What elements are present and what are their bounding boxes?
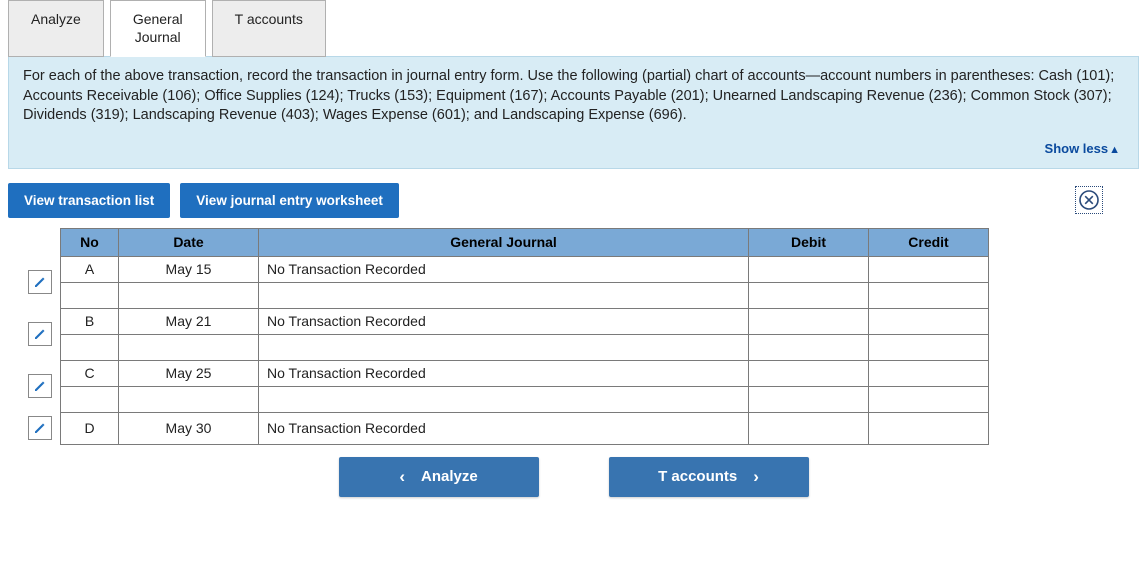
tab-general-journal-line2: Journal: [135, 29, 181, 45]
view-journal-worksheet-button[interactable]: View journal entry worksheet: [180, 183, 399, 218]
tab-general-journal-line1: General: [133, 11, 183, 27]
table-header-row: No Date General Journal Debit Credit: [20, 228, 989, 256]
cell-blank[interactable]: [61, 386, 119, 412]
col-header-date: Date: [119, 228, 259, 256]
edit-row-button[interactable]: [28, 270, 52, 294]
table-row: AMay 15No Transaction Recorded: [20, 256, 989, 282]
bottom-nav: ‹ Analyze T accounts ›: [0, 445, 1147, 513]
table-row: CMay 25No Transaction Recorded: [20, 360, 989, 386]
show-less-label: Show less: [1045, 141, 1109, 156]
header-spacer: [20, 228, 61, 256]
col-header-no: No: [61, 228, 119, 256]
cell-debit[interactable]: [749, 360, 869, 386]
cell-blank[interactable]: [869, 282, 989, 308]
table-row-blank: [20, 386, 989, 412]
view-transaction-list-button[interactable]: View transaction list: [8, 183, 170, 218]
cell-general-journal[interactable]: No Transaction Recorded: [259, 256, 749, 282]
tab-general-journal[interactable]: General Journal: [110, 0, 206, 57]
tab-t-accounts[interactable]: T accounts: [212, 0, 326, 57]
tab-bar: Analyze General Journal T accounts: [0, 0, 1147, 57]
cell-no[interactable]: A: [61, 256, 119, 282]
cell-credit[interactable]: [869, 360, 989, 386]
cell-no[interactable]: B: [61, 308, 119, 334]
next-t-accounts-button[interactable]: T accounts ›: [609, 457, 809, 497]
cell-blank[interactable]: [119, 386, 259, 412]
action-button-row: View transaction list View journal entry…: [0, 169, 1147, 228]
table-row-blank: [20, 334, 989, 360]
edit-cell: [20, 256, 61, 308]
edit-cell: [20, 308, 61, 360]
pencil-icon: [33, 379, 47, 393]
cell-general-journal[interactable]: No Transaction Recorded: [259, 360, 749, 386]
cell-credit[interactable]: [869, 412, 989, 444]
close-button[interactable]: [1075, 186, 1103, 214]
journal-table-wrap: No Date General Journal Debit Credit AMa…: [0, 228, 1147, 445]
instructions-text: For each of the above transaction, recor…: [23, 68, 1114, 123]
show-less-toggle[interactable]: Show less▲: [23, 126, 1124, 162]
cell-blank[interactable]: [749, 282, 869, 308]
cell-blank[interactable]: [61, 334, 119, 360]
prev-label: Analyze: [421, 468, 478, 485]
col-header-credit: Credit: [869, 228, 989, 256]
cell-blank[interactable]: [869, 386, 989, 412]
cell-date[interactable]: May 25: [119, 360, 259, 386]
cell-credit[interactable]: [869, 308, 989, 334]
cell-no[interactable]: C: [61, 360, 119, 386]
cell-blank[interactable]: [259, 282, 749, 308]
chevron-right-icon: ›: [753, 467, 759, 487]
cell-no[interactable]: D: [61, 412, 119, 444]
tab-analyze[interactable]: Analyze: [8, 0, 104, 57]
cell-date[interactable]: May 15: [119, 256, 259, 282]
chevron-left-icon: ‹: [399, 467, 405, 487]
cell-blank[interactable]: [869, 334, 989, 360]
edit-row-button[interactable]: [28, 374, 52, 398]
cell-date[interactable]: May 30: [119, 412, 259, 444]
next-label: T accounts: [658, 468, 737, 485]
edit-row-button[interactable]: [28, 416, 52, 440]
cell-blank[interactable]: [259, 386, 749, 412]
prev-analyze-button[interactable]: ‹ Analyze: [339, 457, 539, 497]
pencil-icon: [33, 275, 47, 289]
edit-cell: [20, 360, 61, 412]
cell-blank[interactable]: [61, 282, 119, 308]
journal-table: No Date General Journal Debit Credit AMa…: [20, 228, 989, 445]
cell-blank[interactable]: [119, 334, 259, 360]
pencil-icon: [33, 327, 47, 341]
cell-credit[interactable]: [869, 256, 989, 282]
col-header-general-journal: General Journal: [259, 228, 749, 256]
table-row-blank: [20, 282, 989, 308]
cell-blank[interactable]: [119, 282, 259, 308]
caret-up-icon: ▲: [1109, 144, 1120, 156]
cell-blank[interactable]: [749, 386, 869, 412]
cell-general-journal[interactable]: No Transaction Recorded: [259, 412, 749, 444]
cell-blank[interactable]: [259, 334, 749, 360]
instructions-panel: For each of the above transaction, recor…: [8, 56, 1139, 169]
table-row: DMay 30No Transaction Recorded: [20, 412, 989, 444]
pencil-icon: [33, 421, 47, 435]
cell-debit[interactable]: [749, 412, 869, 444]
cell-date[interactable]: May 21: [119, 308, 259, 334]
edit-row-button[interactable]: [28, 322, 52, 346]
cell-debit[interactable]: [749, 308, 869, 334]
table-row: BMay 21No Transaction Recorded: [20, 308, 989, 334]
cell-general-journal[interactable]: No Transaction Recorded: [259, 308, 749, 334]
edit-cell: [20, 412, 61, 444]
cell-blank[interactable]: [749, 334, 869, 360]
col-header-debit: Debit: [749, 228, 869, 256]
cell-debit[interactable]: [749, 256, 869, 282]
close-icon: [1078, 189, 1100, 211]
